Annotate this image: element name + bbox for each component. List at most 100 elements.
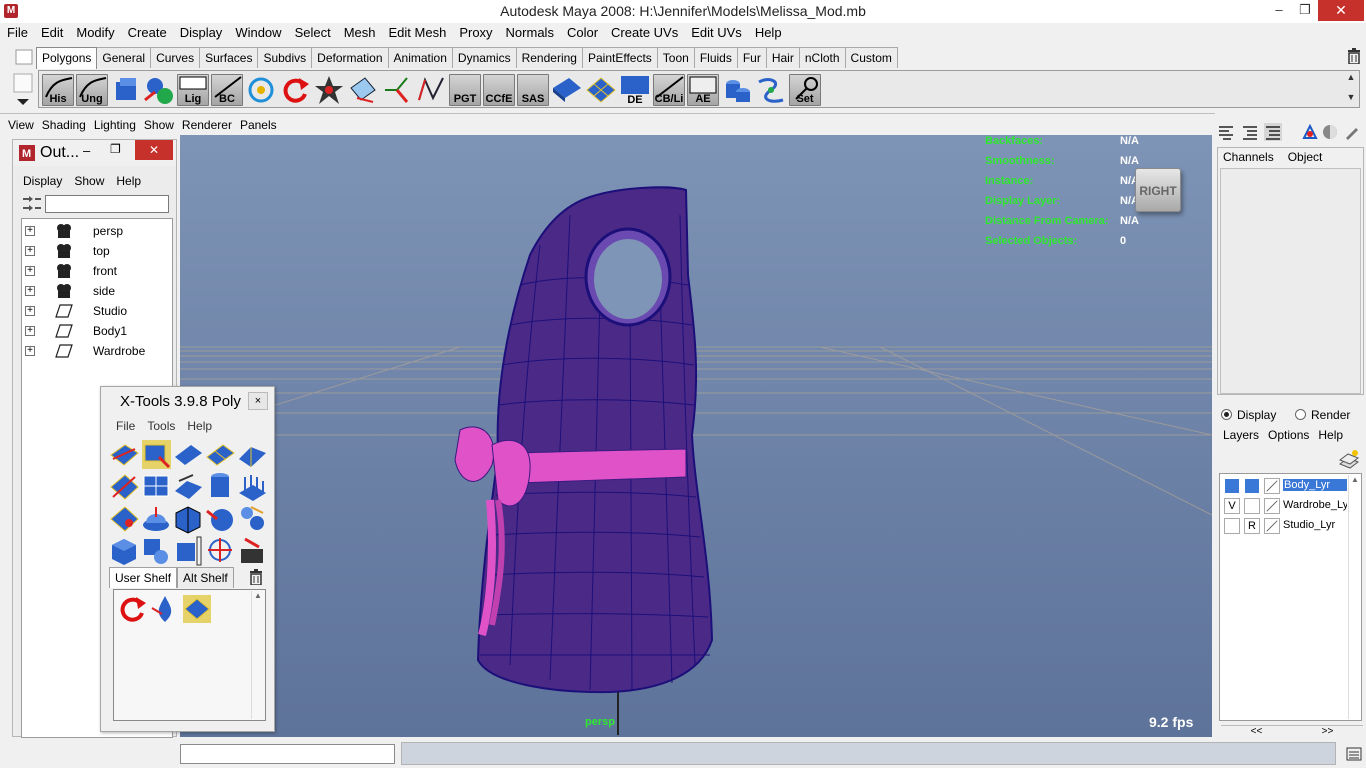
layer-list-scrollbar[interactable]: ▲ [1348,475,1361,719]
menu-window[interactable]: Window [228,23,287,43]
xtool-pivot-icon[interactable] [205,535,236,566]
perspective-viewport[interactable]: Backfaces: N/A Smoothness: N/A Instance:… [180,135,1212,737]
layer-row-body[interactable]: Body_Lyr [1221,476,1347,496]
extrude-tool-button[interactable] [347,74,379,106]
xtool-cylinder-icon[interactable] [205,471,236,502]
tab-deformation[interactable]: Deformation [312,47,389,68]
xtool-grid-select-icon[interactable] [141,439,172,470]
sphere-tool-button[interactable] [143,74,175,106]
set-button[interactable]: Set [789,74,821,106]
shelf-grip-icon[interactable] [14,47,34,67]
channel-box-icon[interactable] [1264,123,1282,141]
filter-arrows-icon[interactable] [21,195,43,213]
tab-alt-shelf[interactable]: Alt Shelf [177,567,234,588]
channel-box-menu-channels[interactable]: Channels [1223,150,1288,164]
layer-next-button[interactable]: >> [1322,726,1334,737]
layer-render-toggle[interactable] [1244,478,1260,494]
xtool-sphere-cube-icon[interactable] [141,535,172,566]
pgt-button[interactable]: PGT [449,74,481,106]
xtools-menu-tools[interactable]: Tools [147,419,187,433]
outliner-item-side[interactable]: + side [22,281,172,301]
xtool-cleanup-icon[interactable] [237,535,268,566]
transform-tool-button[interactable] [245,74,277,106]
bc-button[interactable]: BC [211,74,243,106]
outliner-minimize-button[interactable]: ‒ [83,143,90,158]
panel-menu-shading[interactable]: Shading [38,114,90,135]
menu-normals[interactable]: Normals [499,23,560,43]
tab-ncloth[interactable]: nCloth [799,47,846,68]
xtools-menu-file[interactable]: File [116,419,147,433]
panel-menu-renderer[interactable]: Renderer [178,114,236,135]
redo-button[interactable] [279,74,311,106]
outliner-maximize-button[interactable]: ❐ [110,142,121,156]
outliner-close-button[interactable]: ✕ [135,140,173,160]
menu-modify[interactable]: Modify [69,23,120,43]
attribute-editor-icon[interactable] [1218,124,1234,140]
outliner-menu-show[interactable]: Show [74,174,116,188]
cylinder-tool-button[interactable] [721,74,753,106]
layer-visibility-toggle[interactable]: V [1224,498,1240,514]
xtool-cube-icon[interactable] [109,535,140,566]
expand-icon[interactable]: + [25,246,35,256]
split-tool-button[interactable] [313,74,345,106]
user-shelf-redo-icon[interactable] [118,594,148,624]
layer-row-wardrobe[interactable]: V Wardrobe_Lyr [1221,496,1347,516]
new-layer-icon[interactable] [1338,448,1360,470]
tab-subdivs[interactable]: Subdivs [258,47,313,68]
tab-curves[interactable]: Curves [151,47,201,68]
curve-tool-button[interactable] [415,74,447,106]
tab-surfaces[interactable]: Surfaces [200,47,259,68]
tab-fur[interactable]: Fur [737,47,767,68]
menu-proxy[interactable]: Proxy [452,23,498,43]
outliner-item-studio[interactable]: + Studio [22,301,172,321]
sas-button[interactable]: SAS [517,74,549,106]
menu-color[interactable]: Color [560,23,604,43]
pen-tool-icon[interactable] [1344,124,1360,140]
display-layer-radio[interactable]: Display [1221,408,1276,422]
xtool-spikes-icon[interactable] [237,471,268,502]
xtools-trash-icon[interactable] [249,569,263,585]
xtools-close-button[interactable]: × [248,392,268,410]
tab-dynamics[interactable]: Dynamics [452,47,517,68]
menu-create-uvs[interactable]: Create UVs [604,23,684,43]
shelf-scroll[interactable]: ▲ ▼ [1343,72,1359,106]
uv-tool-button[interactable] [585,74,617,106]
xtool-plane-icon[interactable] [173,439,204,470]
tab-hair[interactable]: Hair [766,47,800,68]
layer-prev-button[interactable]: << [1251,726,1263,737]
ungroup-button[interactable]: Ung [76,74,108,106]
de-button[interactable]: DE [619,74,651,106]
xtool-pipe-icon[interactable] [173,535,204,566]
panel-menu-lighting[interactable]: Lighting [90,114,140,135]
ae-button[interactable]: AE [687,74,719,106]
user-shelf-droplet-icon[interactable] [150,594,180,624]
cube-tool-button[interactable] [110,74,142,106]
xtool-bevel-icon[interactable] [109,439,140,470]
close-button[interactable]: ✕ [1318,0,1364,21]
xtool-subdivide-icon[interactable] [141,471,172,502]
outliner-menu-help[interactable]: Help [116,174,153,188]
light-tool-button[interactable]: Lig [177,74,209,106]
tab-polygons[interactable]: Polygons [36,47,98,69]
tab-custom[interactable]: Custom [845,47,898,68]
command-line-field[interactable] [180,744,395,764]
history-button[interactable]: His [42,74,74,106]
user-shelf-uv-icon[interactable] [182,594,212,624]
menu-edit[interactable]: Edit [34,23,69,43]
expand-icon[interactable]: + [25,346,35,356]
menu-mesh[interactable]: Mesh [337,23,382,43]
normals-tool-button[interactable] [381,74,413,106]
expand-icon[interactable]: + [25,306,35,316]
xtool-box-open-icon[interactable] [173,503,204,534]
expand-icon[interactable]: + [25,286,35,296]
path-tool-button[interactable] [755,74,787,106]
panel-menu-panels[interactable]: Panels [236,114,281,135]
xtool-extrude-icon[interactable] [173,471,204,502]
xtool-checker-icon[interactable] [109,503,140,534]
tool-settings-icon[interactable] [1242,124,1258,140]
maximize-button[interactable]: ❐ [1290,0,1320,21]
xtool-spheres-icon[interactable] [237,503,268,534]
xtool-sphere-cut-icon[interactable] [205,503,236,534]
layer-menu-help[interactable]: Help [1318,428,1352,442]
ccfe-button[interactable]: CCfE [483,74,515,106]
